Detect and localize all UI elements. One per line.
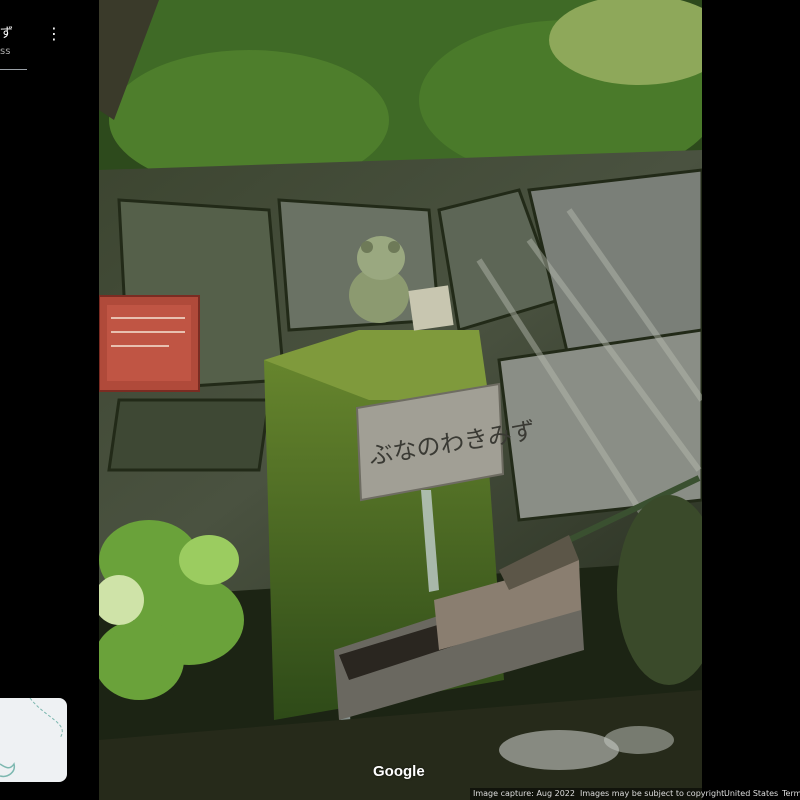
region-link[interactable]: United States (724, 788, 778, 800)
minimap[interactable] (0, 698, 67, 782)
place-header: ず ss ⋮ (0, 0, 98, 72)
street-view-viewer[interactable]: ぶなのわきみず ず ss ⋮ Google Image capture: Aug… (0, 0, 800, 800)
terms-link[interactable]: Terms (782, 788, 800, 800)
street-view-photo[interactable]: ぶなのわきみず (99, 0, 702, 800)
place-subtitle: ss (0, 46, 11, 57)
more-options-icon[interactable]: ⋮ (44, 24, 64, 44)
image-capture-date: Image capture: Aug 2022 (473, 789, 575, 798)
place-title: ず (0, 26, 14, 41)
attribution-bar: Image capture: Aug 2022 Images may be su… (470, 788, 800, 800)
info-sign (99, 295, 200, 392)
google-watermark: Google (373, 763, 425, 780)
header-divider (0, 69, 27, 70)
copyright-notice: Images may be subject to copyright. (580, 789, 727, 798)
